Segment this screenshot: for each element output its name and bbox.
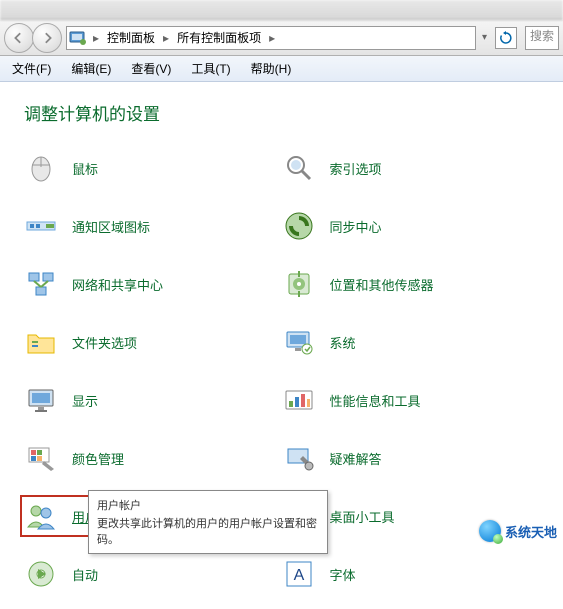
- network-icon: [24, 267, 58, 301]
- item-performance[interactable]: 性能信息和工具: [282, 383, 540, 417]
- system-icon: [282, 325, 316, 359]
- item-network-sharing[interactable]: 网络和共享中心: [24, 267, 282, 301]
- sync-icon: [282, 209, 316, 243]
- location-icon: [282, 267, 316, 301]
- address-bar: ▸ 控制面板 ▸ 所有控制面板项 ▸ ▾ 搜索: [0, 20, 563, 56]
- display-icon: [24, 383, 58, 417]
- item-display[interactable]: 显示: [24, 383, 282, 417]
- item-label: 系统: [330, 333, 356, 352]
- color-icon: [24, 441, 58, 475]
- dropdown-icon[interactable]: ▾: [480, 32, 489, 43]
- item-sync-center[interactable]: 同步中心: [282, 209, 540, 243]
- item-label: 同步中心: [330, 217, 382, 236]
- breadcrumb-control-panel[interactable]: 控制面板: [105, 29, 157, 46]
- item-label: 网络和共享中心: [72, 275, 163, 294]
- tooltip: 用户帐户 更改共享此计算机的用户的用户帐户设置和密码。: [88, 490, 328, 554]
- menu-bar: 文件(F) 编辑(E) 查看(V) 工具(T) 帮助(H): [0, 56, 563, 82]
- watermark-icon: [479, 520, 501, 542]
- nav-back-button[interactable]: [4, 23, 34, 53]
- taskbar-icon: [24, 209, 58, 243]
- breadcrumb-sep[interactable]: ▸: [159, 31, 173, 45]
- folder-icon: [24, 325, 58, 359]
- item-fonts[interactable]: A 字体: [282, 557, 540, 591]
- search-input[interactable]: 搜索: [525, 26, 559, 50]
- mouse-icon: [24, 151, 58, 185]
- refresh-button[interactable]: [495, 27, 517, 49]
- svg-text:A: A: [293, 567, 304, 584]
- item-label: 鼠标: [72, 159, 98, 178]
- menu-tools[interactable]: 工具(T): [187, 58, 234, 79]
- search-icon: [282, 151, 316, 185]
- item-autoplay[interactable]: 自动: [24, 557, 282, 591]
- autoplay-icon: [24, 557, 58, 591]
- item-troubleshoot[interactable]: 疑难解答: [282, 441, 540, 475]
- item-folder-options[interactable]: 文件夹选项: [24, 325, 282, 359]
- tooltip-body: 更改共享此计算机的用户的用户帐户设置和密码。: [97, 515, 319, 547]
- item-label: 疑难解答: [330, 449, 382, 468]
- nav-forward-button[interactable]: [32, 23, 62, 53]
- users-icon: [24, 499, 58, 533]
- item-label: 字体: [330, 565, 356, 584]
- breadcrumb-sep[interactable]: ▸: [265, 31, 279, 45]
- watermark-text: 系统天地: [505, 522, 557, 541]
- tooltip-title: 用户帐户: [97, 497, 319, 513]
- breadcrumb-all-items[interactable]: 所有控制面板项: [175, 29, 263, 46]
- item-system[interactable]: 系统: [282, 325, 540, 359]
- performance-icon: [282, 383, 316, 417]
- item-label: 颜色管理: [72, 449, 124, 468]
- breadcrumb-sep[interactable]: ▸: [89, 31, 103, 45]
- item-label: 索引选项: [330, 159, 382, 178]
- item-label: 位置和其他传感器: [330, 275, 434, 294]
- item-label: 性能信息和工具: [330, 391, 421, 410]
- watermark: 系统天地: [479, 520, 557, 542]
- item-label: 显示: [72, 391, 98, 410]
- menu-file[interactable]: 文件(F): [8, 58, 55, 79]
- control-panel-icon: [69, 30, 87, 46]
- font-icon: A: [282, 557, 316, 591]
- item-mouse[interactable]: 鼠标: [24, 151, 282, 185]
- breadcrumb[interactable]: ▸ 控制面板 ▸ 所有控制面板项 ▸: [66, 26, 476, 50]
- item-label: 桌面小工具: [330, 507, 395, 526]
- title-bar: [0, 0, 563, 20]
- item-notification-area[interactable]: 通知区域图标: [24, 209, 282, 243]
- item-location-sensors[interactable]: 位置和其他传感器: [282, 267, 540, 301]
- item-indexing[interactable]: 索引选项: [282, 151, 540, 185]
- menu-view[interactable]: 查看(V): [127, 58, 175, 79]
- item-label: 通知区域图标: [72, 217, 150, 236]
- menu-edit[interactable]: 编辑(E): [67, 58, 115, 79]
- menu-help[interactable]: 帮助(H): [247, 58, 296, 79]
- troubleshoot-icon: [282, 441, 316, 475]
- page-title: 调整计算机的设置: [24, 100, 539, 125]
- item-label: 自动: [72, 565, 98, 584]
- item-label: 文件夹选项: [72, 333, 137, 352]
- item-color-management[interactable]: 颜色管理: [24, 441, 282, 475]
